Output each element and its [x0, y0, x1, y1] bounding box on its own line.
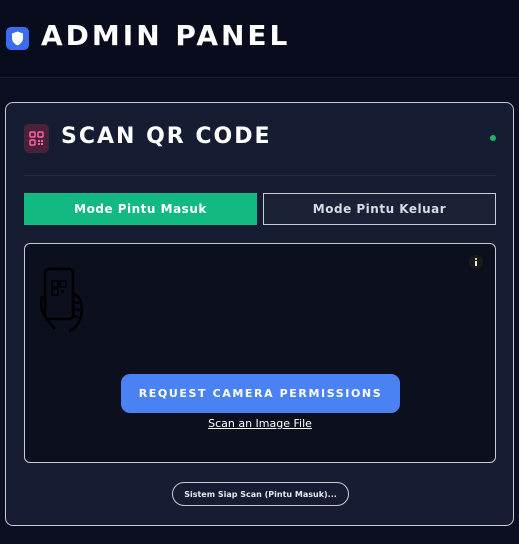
request-camera-permissions-button[interactable]: REQUEST CAMERA PERMISSIONS [121, 374, 400, 413]
qr-scanner-area: REQUEST CAMERA PERMISSIONS Scan an Image… [24, 243, 496, 463]
shield-icon [6, 27, 29, 50]
mode-entry-button[interactable]: Mode Pintu Masuk [24, 193, 257, 225]
phone-scan-icon [39, 266, 89, 336]
mode-exit-button[interactable]: Mode Pintu Keluar [263, 193, 496, 225]
divider [24, 175, 496, 176]
qr-code-icon [24, 124, 49, 153]
card-title: SCAN QR CODE [61, 124, 272, 149]
app-title: ADMIN PANEL [41, 19, 291, 52]
info-icon[interactable] [469, 255, 483, 269]
status-dot [490, 135, 496, 141]
top-bar: ADMIN PANEL [0, 0, 519, 78]
scan-card: SCAN QR CODE Mode Pintu Masuk Mode Pintu… [5, 102, 514, 526]
scan-status-badge: Sistem Siap Scan (Pintu Masuk)... [172, 482, 349, 506]
scan-image-file-link[interactable]: Scan an Image File [25, 417, 495, 430]
